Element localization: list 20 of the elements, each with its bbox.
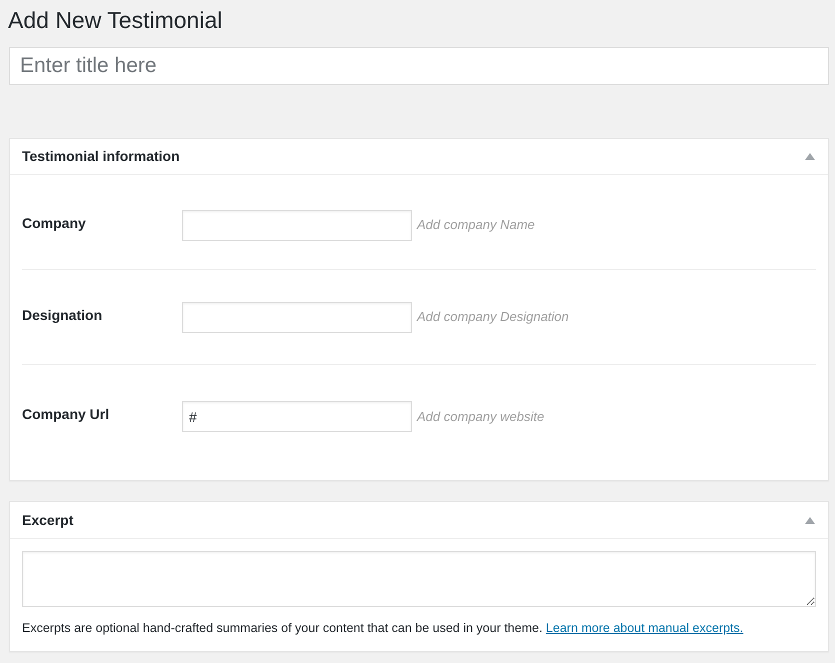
collapse-toggle[interactable] xyxy=(804,152,816,162)
text-field[interactable] xyxy=(182,210,412,240)
collapse-toggle[interactable] xyxy=(804,515,816,525)
text-field[interactable]: # xyxy=(182,401,412,432)
text-field[interactable] xyxy=(182,302,412,332)
field-label: Company xyxy=(22,214,87,233)
field-hint: Add company Designation xyxy=(417,308,569,326)
panel-title: Excerpt xyxy=(22,510,74,530)
page-title: Add New Testimonial xyxy=(8,6,224,35)
excerpt-help-text: Excerpts are optional hand-crafted summaries of your content that can be used in your theme. Learn more about manual excerpts. xyxy=(22,620,744,637)
learn-more-link[interactable]: Learn more about manual excerpts. xyxy=(546,621,744,635)
field-hint: Add company website xyxy=(417,408,544,426)
up-triangle-icon xyxy=(805,516,815,524)
excerpt-textarea[interactable] xyxy=(22,551,816,607)
panel-title: Testimonial information xyxy=(22,147,180,166)
title-field[interactable]: Enter title here xyxy=(9,47,829,85)
field-label: Designation xyxy=(22,306,104,325)
field-hint: Add company Name xyxy=(417,216,535,234)
up-triangle-icon xyxy=(805,153,815,160)
field-label: Company Url xyxy=(22,405,110,424)
